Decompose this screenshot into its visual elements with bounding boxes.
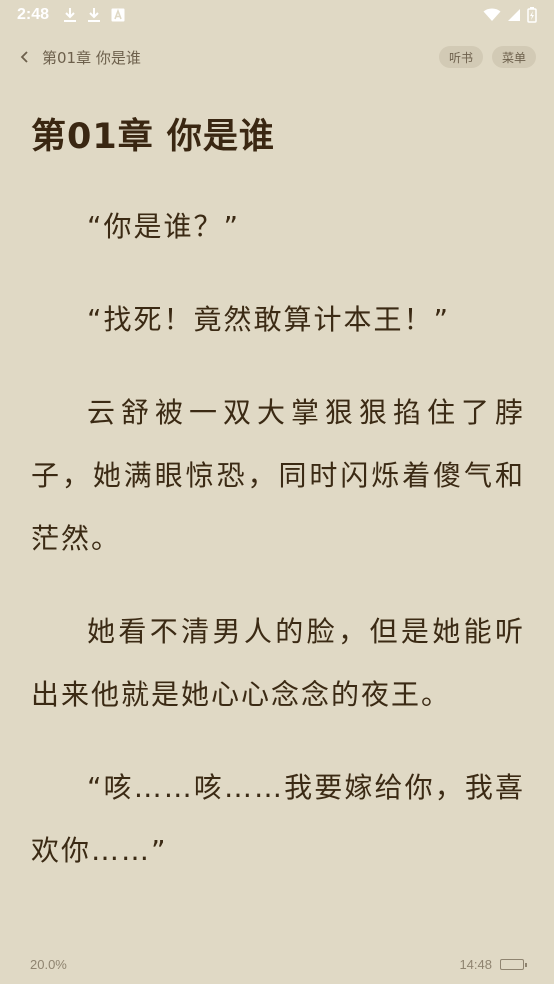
paragraph: “你是谁？” [87, 210, 241, 243]
reader-top-nav: 第01章 你是谁 听书 菜单 [0, 40, 554, 74]
download-icon [87, 7, 101, 23]
footer-time: 14:48 [459, 956, 492, 972]
battery-charging-icon [527, 7, 537, 23]
battery-icon [500, 958, 527, 970]
reader-page: 2:48 第01章 你是谁 听书 菜单 第01章 你是谁 “你是谁？” “找死！… [0, 0, 554, 984]
chapter-content[interactable]: “你是谁？” “找死！竟然敢算计本王！” 云舒被一双大掌狠狠掐住了脖子，她满眼惊… [31, 195, 525, 912]
paragraph: “咳……咳……我要嫁给你，我喜欢你……” [31, 771, 525, 867]
back-button[interactable] [20, 42, 42, 72]
reading-progress: 20.0% [30, 956, 67, 972]
nav-chapter-title: 第01章 你是谁 [42, 48, 141, 67]
wifi-icon [483, 8, 501, 22]
footer-right: 14:48 [459, 956, 527, 972]
menu-button[interactable]: 菜单 [491, 46, 536, 68]
chevron-left-icon [20, 51, 28, 63]
status-time: 2:48 [17, 6, 50, 23]
download-icon [63, 7, 77, 23]
status-bar: 2:48 [0, 0, 554, 30]
a-badge-icon [111, 8, 125, 22]
paragraph: 她看不清男人的脸，但是她能听出来他就是她心心念念的夜王。 [31, 615, 525, 711]
listen-button[interactable]: 听书 [438, 46, 483, 68]
signal-icon [507, 8, 521, 22]
paragraph: “找死！竟然敢算计本王！” [87, 303, 451, 336]
nav-actions: 听书 菜单 [438, 46, 536, 68]
reader-footer: 20.0% 14:48 [0, 952, 554, 976]
system-icons [483, 7, 537, 23]
paragraph: 云舒被一双大掌狠狠掐住了脖子，她满眼惊恐，同时闪烁着傻气和茫然。 [31, 396, 525, 555]
notification-icons [63, 7, 125, 23]
chapter-title: 第01章 你是谁 [31, 117, 275, 157]
